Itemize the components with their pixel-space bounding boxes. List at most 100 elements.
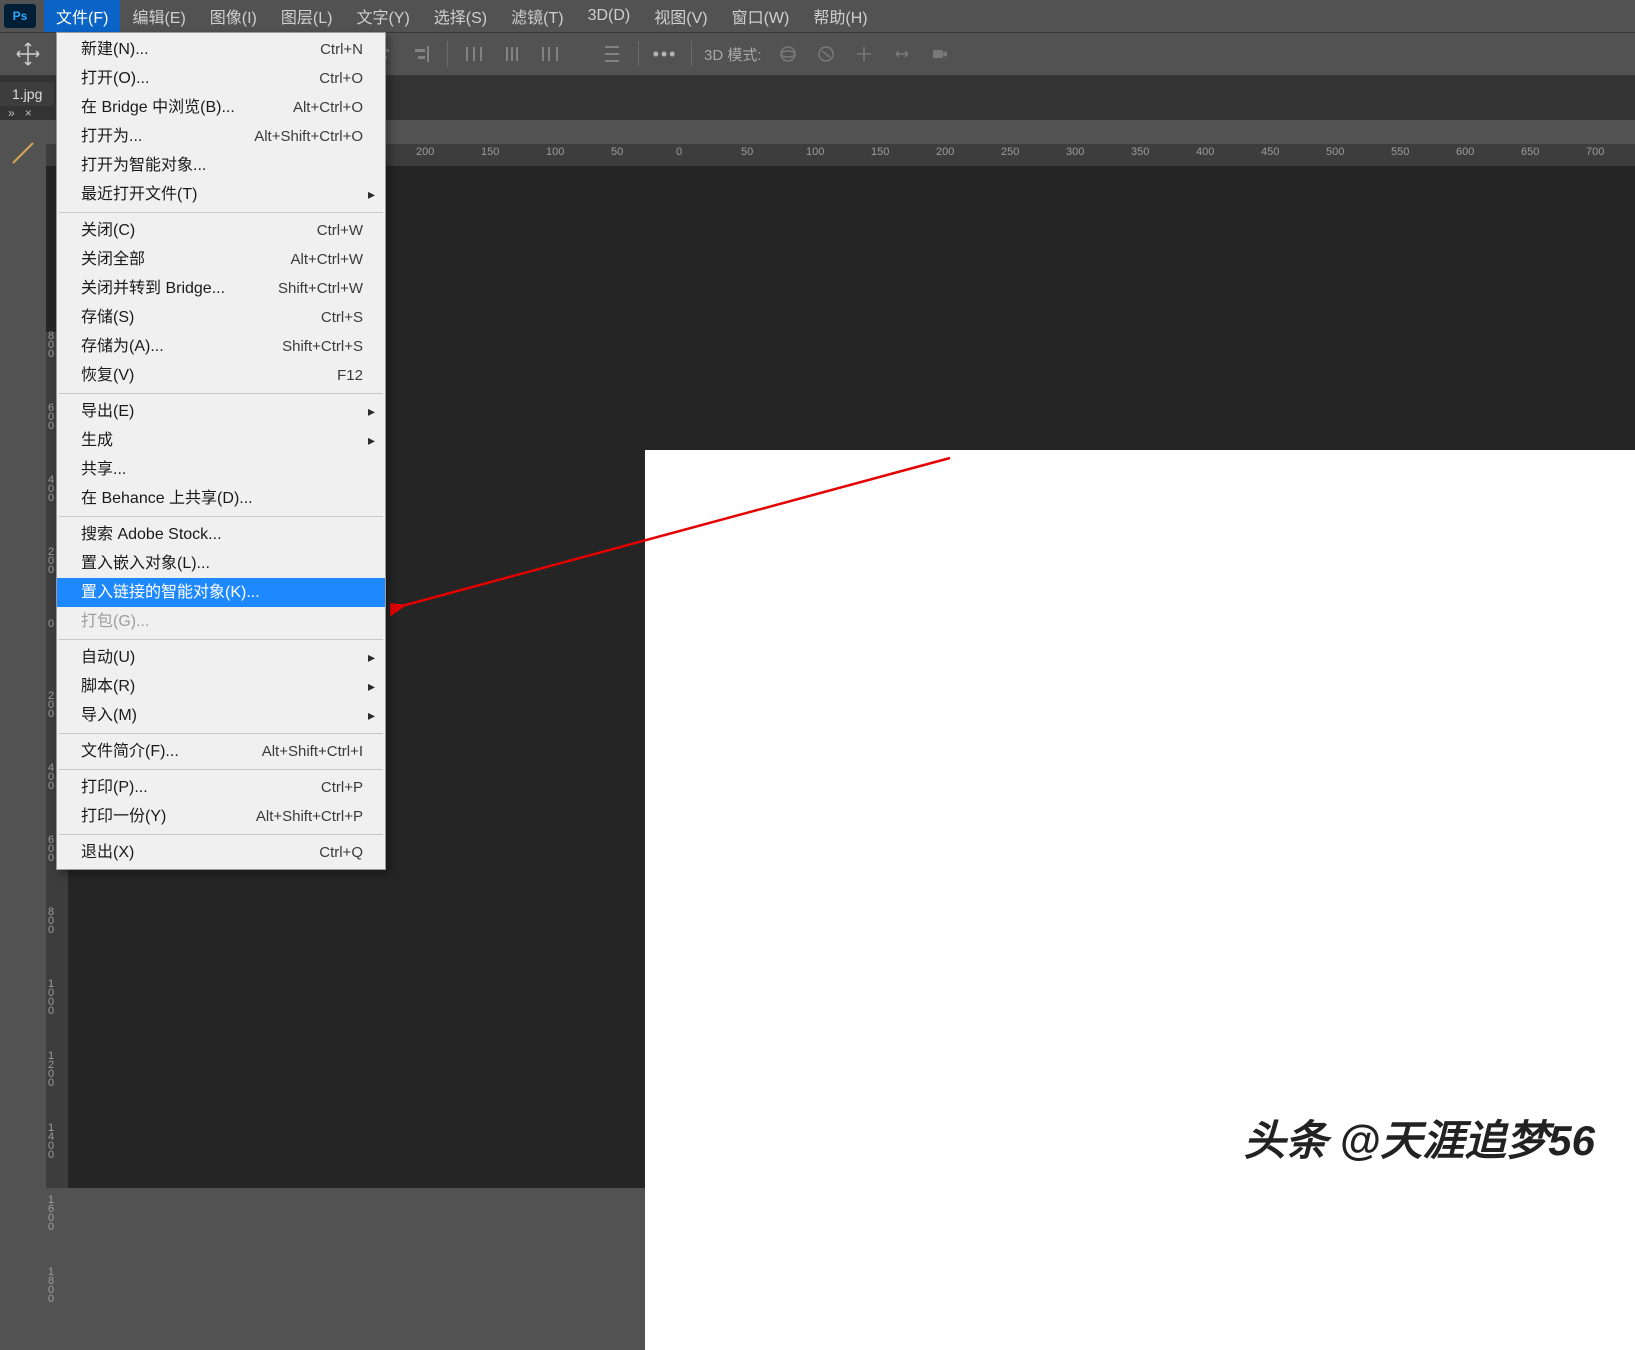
menu-item-label: 导出(E): [81, 400, 134, 423]
file-menu-item[interactable]: 置入链接的智能对象(K)...: [57, 578, 385, 607]
ruler-tool-icon[interactable]: [0, 134, 46, 172]
file-menu-item[interactable]: 打印(P)... Ctrl+P: [57, 773, 385, 802]
menu-item-shortcut: Alt+Shift+Ctrl+P: [256, 805, 363, 828]
file-menu-item[interactable]: 关闭(C)Ctrl+W: [57, 216, 385, 245]
dist-h3-icon[interactable]: [536, 40, 564, 68]
file-menu-item[interactable]: 生成: [57, 426, 385, 455]
divider-icon: [447, 41, 448, 67]
menu-item-label: 存储(S): [81, 306, 134, 329]
menu-type[interactable]: 文字(Y): [344, 0, 421, 32]
file-menu-item[interactable]: 退出(X)Ctrl+Q: [57, 838, 385, 867]
app-logo-icon: Ps: [4, 4, 36, 28]
menu-file[interactable]: 文件(F): [44, 0, 120, 32]
dist-h2-icon[interactable]: [498, 40, 526, 68]
menu-item-shortcut: Alt+Shift+Ctrl+I: [262, 740, 363, 763]
menu-layer[interactable]: 图层(L): [269, 0, 345, 32]
close-panel-icon[interactable]: ×: [25, 106, 32, 120]
file-menu-item[interactable]: 自动(U): [57, 643, 385, 672]
menu-help[interactable]: 帮助(H): [801, 0, 879, 32]
file-menu-item[interactable]: 恢复(V) F12: [57, 361, 385, 390]
menu-item-shortcut: Ctrl+P: [321, 776, 363, 799]
menu-item-shortcut: Shift+Ctrl+S: [282, 335, 363, 358]
menu-separator: [59, 212, 383, 213]
menu-separator: [59, 733, 383, 734]
file-menu-item[interactable]: 存储(S)Ctrl+S: [57, 303, 385, 332]
file-menu-dropdown: 新建(N)... Ctrl+N 打开(O)... Ctrl+O 在 Bridge 中浏览…: [56, 32, 386, 870]
menu-edit[interactable]: 编辑(E): [120, 0, 197, 32]
file-menu-item[interactable]: 关闭全部 Alt+Ctrl+W: [57, 245, 385, 274]
menu-item-label: 最近打开文件(T): [81, 183, 197, 206]
document-tab[interactable]: 1.jpg: [0, 82, 54, 106]
3d-camera-icon[interactable]: [926, 40, 954, 68]
menu-item-shortcut: Ctrl+N: [320, 38, 363, 61]
file-menu-item[interactable]: 置入嵌入对象(L)...: [57, 549, 385, 578]
menu-separator: [59, 639, 383, 640]
file-menu-item[interactable]: 脚本(R): [57, 672, 385, 701]
tool-column: [0, 134, 46, 1188]
menu-3d[interactable]: 3D(D): [576, 3, 643, 29]
menu-item-label: 打印一份(Y): [81, 805, 166, 828]
menu-item-label: 打开为智能对象...: [81, 154, 206, 177]
menu-item-shortcut: Alt+Shift+Ctrl+O: [254, 125, 363, 148]
menu-item-label: 打开为...: [81, 125, 142, 148]
3d-pan-icon[interactable]: [850, 40, 878, 68]
menu-item-label: 存储为(A)...: [81, 335, 164, 358]
watermark-attribution: 头条 @天涯追梦56: [1244, 1107, 1595, 1168]
file-menu-item[interactable]: 导入(M): [57, 701, 385, 730]
menu-separator: [59, 393, 383, 394]
divider-icon: [638, 41, 639, 67]
file-menu-item[interactable]: 打开为... Alt+Shift+Ctrl+O: [57, 122, 385, 151]
3d-mode-label: 3D 模式:: [704, 44, 762, 65]
file-menu-item[interactable]: 共享...: [57, 455, 385, 484]
3d-orbit-icon[interactable]: [774, 40, 802, 68]
expand-tools-icon[interactable]: »: [8, 106, 15, 120]
menu-image[interactable]: 图像(I): [198, 0, 269, 32]
file-menu-item[interactable]: 文件简介(F)... Alt+Shift+Ctrl+I: [57, 737, 385, 766]
menu-item-shortcut: Shift+Ctrl+W: [278, 277, 363, 300]
move-tool-icon[interactable]: [12, 38, 44, 70]
menu-item-label: 共享...: [81, 458, 126, 481]
file-menu-item[interactable]: 搜索 Adobe Stock...: [57, 520, 385, 549]
menu-item-label: 在 Behance 上共享(D)...: [81, 487, 253, 510]
menu-view[interactable]: 视图(V): [642, 0, 719, 32]
menu-item-label: 打开(O)...: [81, 67, 149, 90]
file-menu-item[interactable]: 存储为(A)... Shift+Ctrl+S: [57, 332, 385, 361]
menu-item-label: 文件简介(F)...: [81, 740, 179, 763]
menu-item-shortcut: Alt+Ctrl+O: [293, 96, 363, 119]
dist-h1-icon[interactable]: [460, 40, 488, 68]
file-menu-item[interactable]: 关闭并转到 Bridge...Shift+Ctrl+W: [57, 274, 385, 303]
menu-item-label: 打印(P)...: [81, 776, 148, 799]
menu-window[interactable]: 窗口(W): [720, 0, 802, 32]
menu-item-label: 关闭全部: [81, 248, 145, 271]
menu-item-label: 恢复(V): [81, 364, 134, 387]
menu-item-shortcut: Alt+Ctrl+W: [290, 248, 363, 271]
file-menu-item: 打包(G)...: [57, 607, 385, 636]
menu-item-label: 导入(M): [81, 704, 137, 727]
file-menu-item[interactable]: 最近打开文件(T): [57, 180, 385, 209]
file-menu-item[interactable]: 打开为智能对象...: [57, 151, 385, 180]
3d-roll-icon[interactable]: [812, 40, 840, 68]
more-options-icon[interactable]: •••: [651, 40, 679, 68]
file-menu-item[interactable]: 新建(N)... Ctrl+N: [57, 35, 385, 64]
file-menu-item[interactable]: 在 Behance 上共享(D)...: [57, 484, 385, 513]
menu-filter[interactable]: 滤镜(T): [499, 0, 575, 32]
menu-separator: [59, 516, 383, 517]
menu-item-label: 生成: [81, 429, 113, 452]
3d-slide-icon[interactable]: [888, 40, 916, 68]
align-right-icon[interactable]: [407, 40, 435, 68]
canvas-page[interactable]: [645, 450, 1635, 1350]
file-menu-item[interactable]: 打印一份(Y) Alt+Shift+Ctrl+P: [57, 802, 385, 831]
menu-item-shortcut: F12: [337, 364, 363, 387]
menu-item-label: 自动(U): [81, 646, 135, 669]
file-menu-item[interactable]: 导出(E): [57, 397, 385, 426]
menu-item-label: 打包(G)...: [81, 610, 149, 633]
3d-mode-group: [774, 40, 954, 68]
menu-item-shortcut: Ctrl+O: [319, 67, 363, 90]
menu-select[interactable]: 选择(S): [422, 0, 499, 32]
file-menu-item[interactable]: 打开(O)... Ctrl+O: [57, 64, 385, 93]
menu-item-label: 新建(N)...: [81, 38, 149, 61]
dist-v-icon[interactable]: [598, 40, 626, 68]
menu-separator: [59, 769, 383, 770]
file-menu-item[interactable]: 在 Bridge 中浏览(B)...Alt+Ctrl+O: [57, 93, 385, 122]
menu-item-shortcut: Ctrl+W: [317, 219, 363, 242]
